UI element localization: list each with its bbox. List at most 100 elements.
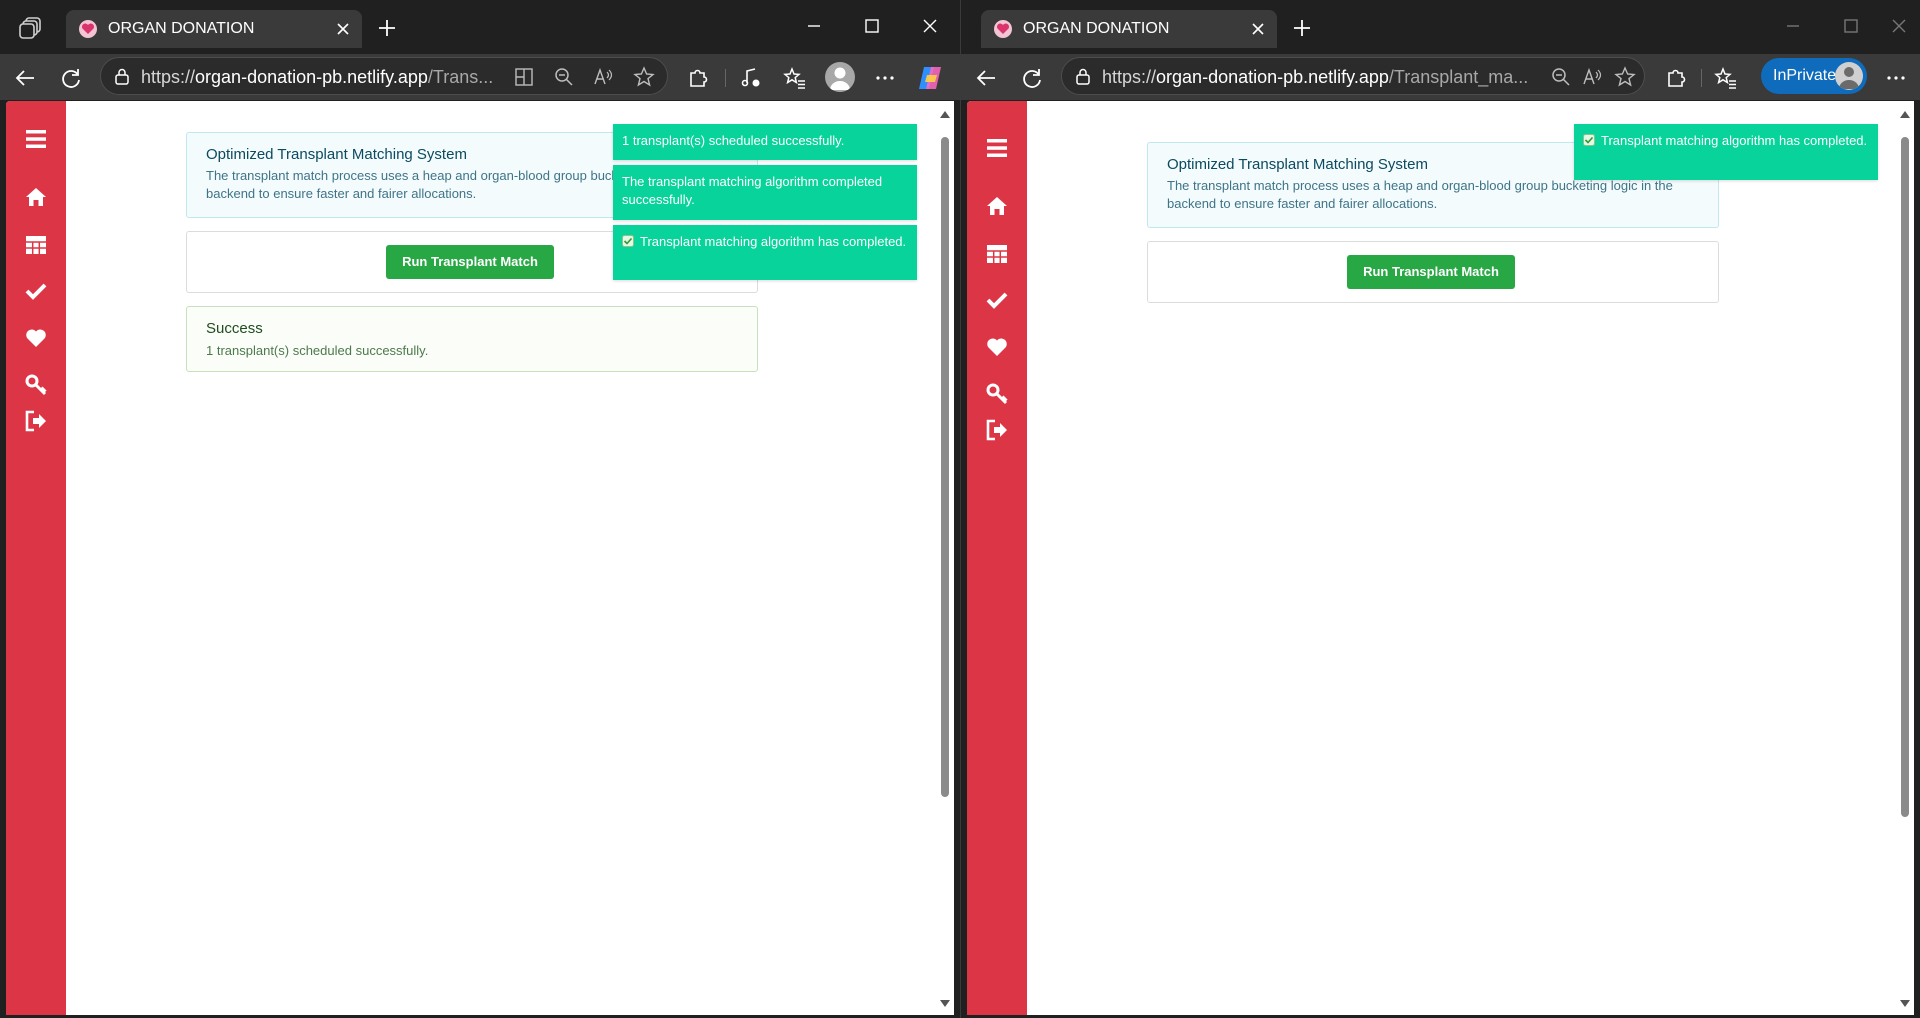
inprivate-badge[interactable]: InPrivate	[1761, 58, 1867, 94]
maximize-icon[interactable]	[854, 10, 890, 42]
close-icon[interactable]	[332, 18, 354, 40]
window-close-icon[interactable]	[912, 10, 948, 42]
more-icon[interactable]	[1881, 63, 1911, 93]
toast-text: The transplant matching algorithm comple…	[622, 174, 883, 207]
toolbar-divider	[725, 69, 726, 87]
success-alert: Success 1 transplant(s) scheduled succes…	[186, 306, 758, 372]
close-icon[interactable]	[1247, 18, 1269, 40]
toast-notification[interactable]: Transplant matching algorithm has comple…	[613, 225, 917, 280]
page-viewport: Optimized Transplant Matching System The…	[967, 101, 1897, 1015]
media-icon[interactable]	[736, 63, 766, 93]
zoom-out-icon[interactable]	[551, 64, 577, 90]
browser-window-left: ORGAN DONATION https://organ-donation-pb…	[0, 0, 960, 1018]
back-icon[interactable]	[10, 63, 40, 93]
toolbar-divider	[1701, 69, 1702, 87]
toast-text: Transplant matching algorithm has comple…	[640, 234, 907, 249]
heart-icon[interactable]	[24, 326, 48, 350]
success-message: 1 transplant(s) scheduled successfully.	[206, 343, 429, 358]
new-tab-icon[interactable]	[1287, 13, 1317, 43]
toast-notification[interactable]: 1 transplant(s) scheduled successfully.	[613, 124, 917, 160]
scroll-up-icon[interactable]	[1899, 109, 1911, 119]
key-icon[interactable]	[24, 373, 48, 397]
inprivate-label: InPrivate	[1773, 67, 1837, 84]
favorites-icon[interactable]	[1711, 63, 1741, 93]
extensions-icon[interactable]	[1661, 63, 1691, 93]
browser-window-right: ORGAN DONATION https://organ-donation-pb…	[960, 0, 1920, 1018]
read-aloud-icon[interactable]	[591, 64, 617, 90]
url-text: https://organ-donation-pb.netlify.app/Tr…	[1102, 67, 1529, 87]
favicon-icon	[994, 20, 1012, 38]
zoom-out-icon[interactable]	[1548, 64, 1574, 90]
person-icon	[830, 67, 850, 90]
person-icon	[1839, 67, 1859, 89]
table-icon[interactable]	[24, 233, 48, 257]
favorite-star-icon[interactable]	[631, 64, 657, 90]
address-bar[interactable]: https://organ-donation-pb.netlify.app/Tr…	[100, 57, 668, 95]
minimize-icon[interactable]	[796, 10, 832, 42]
check-icon[interactable]	[24, 279, 48, 303]
toast-notification[interactable]: The transplant matching algorithm comple…	[613, 165, 917, 220]
page-scrollbar[interactable]	[936, 101, 954, 1015]
menu-icon[interactable]	[985, 136, 1009, 160]
refresh-icon[interactable]	[1017, 63, 1047, 93]
tab-strip: ORGAN DONATION	[961, 0, 1920, 54]
check-mark-icon	[622, 235, 634, 247]
app-sidebar	[6, 101, 66, 1015]
more-icon[interactable]	[870, 63, 900, 93]
address-bar[interactable]: https://organ-donation-pb.netlify.app/Tr…	[1061, 57, 1645, 95]
toast-text: 1 transplant(s) scheduled successfully.	[622, 133, 845, 148]
info-title: Optimized Transplant Matching System	[206, 146, 467, 163]
success-title: Success	[206, 320, 263, 337]
url-text: https://organ-donation-pb.netlify.app/Tr…	[141, 67, 494, 87]
minimize-icon[interactable]	[1775, 10, 1811, 42]
tab-title: ORGAN DONATION	[1023, 20, 1170, 37]
home-icon[interactable]	[985, 194, 1009, 218]
refresh-icon[interactable]	[56, 63, 86, 93]
lock-icon[interactable]	[113, 67, 131, 85]
home-icon[interactable]	[24, 185, 48, 209]
toast-text: Transplant matching algorithm has comple…	[1601, 133, 1868, 148]
maximize-icon[interactable]	[1833, 10, 1869, 42]
action-panel: Run Transplant Match	[1147, 241, 1719, 303]
page-scrollbar[interactable]	[1896, 101, 1914, 1015]
run-transplant-match-button[interactable]: Run Transplant Match	[386, 245, 554, 279]
check-icon[interactable]	[985, 288, 1009, 312]
menu-icon[interactable]	[24, 127, 48, 151]
table-icon[interactable]	[985, 242, 1009, 266]
favorite-star-icon[interactable]	[1612, 64, 1638, 90]
tab-strip: ORGAN DONATION	[0, 0, 960, 54]
lock-icon[interactable]	[1074, 67, 1092, 85]
tab-organ-donation[interactable]: ORGAN DONATION	[981, 10, 1277, 48]
scroll-down-icon[interactable]	[939, 999, 951, 1009]
logout-icon[interactable]	[985, 418, 1009, 442]
scroll-thumb[interactable]	[941, 137, 949, 797]
window-close-icon[interactable]	[1881, 10, 1917, 42]
back-icon[interactable]	[971, 63, 1001, 93]
tab-organ-donation[interactable]: ORGAN DONATION	[66, 10, 362, 48]
scroll-down-icon[interactable]	[1899, 999, 1911, 1009]
run-transplant-match-button[interactable]: Run Transplant Match	[1347, 255, 1515, 289]
logout-icon[interactable]	[24, 409, 48, 433]
copilot-icon[interactable]	[915, 63, 945, 93]
scroll-up-icon[interactable]	[939, 109, 951, 119]
check-mark-icon	[1583, 134, 1595, 146]
new-tab-icon[interactable]	[372, 13, 402, 43]
page-viewport: Optimized Transplant Matching System The…	[6, 101, 936, 1015]
toast-notification[interactable]: Transplant matching algorithm has comple…	[1574, 124, 1878, 180]
favorites-icon[interactable]	[780, 63, 810, 93]
browser-toolbar: https://organ-donation-pb.netlify.app/Tr…	[0, 54, 960, 100]
tab-title: ORGAN DONATION	[108, 20, 255, 37]
profile-icon	[1835, 62, 1863, 90]
extensions-icon[interactable]	[683, 63, 713, 93]
key-icon[interactable]	[985, 382, 1009, 406]
heart-icon[interactable]	[985, 335, 1009, 359]
profile-icon[interactable]	[825, 62, 855, 92]
favicon-icon	[79, 20, 97, 38]
scroll-thumb[interactable]	[1901, 137, 1909, 817]
workspaces-icon[interactable]	[18, 15, 44, 41]
app-sidebar	[967, 101, 1027, 1015]
browser-toolbar: https://organ-donation-pb.netlify.app/Tr…	[961, 54, 1920, 100]
read-aloud-icon[interactable]	[1580, 64, 1606, 90]
info-title: Optimized Transplant Matching System	[1167, 156, 1428, 173]
split-screen-icon[interactable]	[511, 64, 537, 90]
